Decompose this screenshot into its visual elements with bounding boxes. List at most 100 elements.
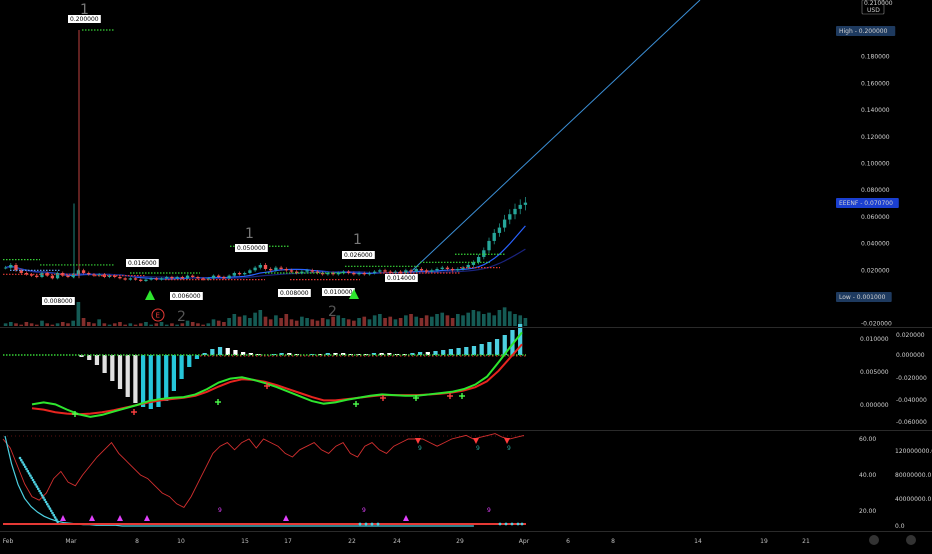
candle-body [50,275,55,279]
value-label: 0.050000 [237,245,266,252]
candle-body [430,270,434,272]
volume-bar [55,323,60,326]
volume-bar [294,320,299,326]
volume-bar [419,318,424,326]
value-label: 0.008000 [44,298,73,305]
price-tick-label: 0.020000 [861,267,890,274]
x-tick-label: 22 [348,538,356,545]
cyan-marker [33,480,36,484]
x-tick-label: 6 [566,538,570,545]
cyan-marker [498,522,502,526]
candle-body [248,270,252,273]
x-tick-label: 8 [611,538,615,545]
volume-bar [50,324,55,326]
volume-bar [34,324,39,326]
candle-body [40,272,44,277]
volume-bar [466,312,471,326]
candle-body [383,270,387,272]
last-price-badge: EEENF - 0.070700 [839,200,893,207]
volume-bar [357,318,361,326]
candle-body [289,270,294,272]
wave-label: 2 [177,309,186,325]
rsi-right-tick: 80000000.0 [895,472,931,479]
volume-bar [133,324,138,326]
volume-bar [268,319,273,326]
cyan-marker [29,474,32,477]
volume-bar [112,323,117,326]
volume-bar [170,323,174,326]
cyan-marker [516,522,520,526]
volume-bar [3,323,8,326]
value-label: 0.010000 [324,289,353,296]
candle-body [409,270,413,272]
wave-label: 2 [328,304,337,320]
price-tick-label: 0.160000 [861,80,890,87]
cyan-marker [376,522,380,526]
volume-bar [393,319,398,326]
volume-bar [144,322,148,326]
volume-bar [128,323,133,326]
candle-body [352,272,356,275]
candle-body [128,278,133,280]
volume-bar [123,324,127,326]
volume-bar [383,318,387,326]
cyan-marker [510,522,514,526]
volume-bar [29,323,34,326]
count-label: 9 [487,507,491,514]
candle-body [81,270,86,273]
volume-bar [502,307,507,326]
candle-body [424,270,429,272]
volume-bar [14,323,18,326]
volume-bar [196,323,200,326]
candle-body [482,250,486,257]
cyan-marker [51,511,54,515]
cyan-marker [22,463,26,466]
candle-body [170,276,174,279]
candle-body [253,267,257,271]
candle-body [35,275,39,277]
volume-bar [107,324,112,326]
volume-bar [159,322,164,326]
volume-bar [336,315,341,326]
volume-bar [274,315,278,326]
volume-bar [227,318,231,326]
volume-bar [445,315,450,326]
value-label: 0.026000 [344,252,373,259]
volume-bar [424,315,429,326]
x-tick-label: 17 [284,538,292,545]
candle-body [76,270,81,275]
candle-body [3,267,8,269]
candle-body [284,268,288,271]
earnings-label: E [156,312,160,320]
volume-bar [138,323,143,326]
candle-body [243,272,247,275]
candle-body [217,275,221,277]
volume-bar [19,324,24,326]
osc-right-tick: 0.020000 [896,332,925,339]
volume-bar [8,322,13,326]
count-label: 9 [218,507,222,514]
rsi-right-tick: 120000000.0 [895,448,932,455]
cyan-marker [48,507,52,510]
candle-body [232,272,236,276]
candle-body [237,272,242,275]
x-tick-label: 29 [456,538,464,545]
rsi-left-tick: 20.00 [859,508,876,515]
low-badge: Low - 0.001000 [839,294,886,301]
count-label: 9 [476,445,480,452]
volume-bar [492,315,497,326]
candle-body [222,276,226,279]
cyan-marker [38,489,41,493]
count-label: 9 [362,507,366,514]
volume-bar [435,314,439,326]
volume-bar [430,316,434,326]
candle-body [347,271,351,273]
cyan-marker [40,494,44,497]
wave-label: 1 [353,232,362,248]
chart-canvas[interactable]: 0.2000000.0080000.0160000.0060000.050000… [0,0,932,550]
price-tick-label: 0.120000 [861,134,890,141]
cyan-marker [44,500,48,504]
candle-body [263,264,268,269]
volume-bar [211,319,216,326]
volume-bar [201,324,205,326]
